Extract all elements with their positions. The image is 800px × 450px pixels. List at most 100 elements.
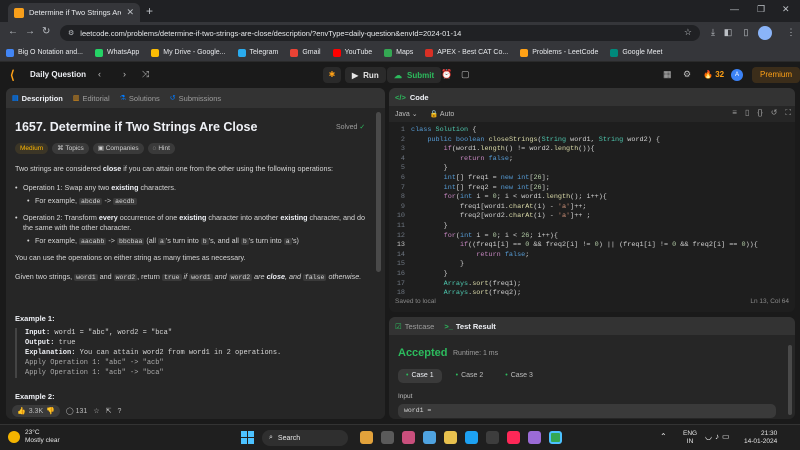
maximize-icon[interactable]: ❐ (757, 4, 765, 15)
close-tab-icon[interactable]: ✕ (126, 7, 134, 18)
clock[interactable]: 21:30 14-01-2024 (744, 430, 777, 446)
code-line[interactable]: 10 freq2[word2.charAt(i) - 'a']++ ; (389, 212, 795, 222)
minimize-icon[interactable]: — (730, 4, 739, 14)
url-bar[interactable]: ⚙ leetcode.com/problems/determine-if-two… (60, 25, 700, 41)
code-line[interactable]: 1 class Solution { (389, 126, 795, 136)
weather-widget[interactable]: 23°C Mostly clear (8, 429, 60, 445)
bookmark-item[interactable]: Maps (384, 48, 413, 57)
code-editor[interactable]: 1 class Solution {2 public boolean closeS… (389, 126, 795, 297)
bookmark-item[interactable]: WhatsApp (94, 48, 139, 57)
language-select[interactable]: Java ⌄ (395, 110, 418, 118)
description-scrollbar[interactable] (376, 112, 381, 272)
extensions-icon[interactable]: ◧ (722, 27, 734, 39)
bookmark-item[interactable]: Google Meet (610, 48, 662, 57)
code-line[interactable]: 3 if(word1.length() != word2.length()){ (389, 145, 795, 155)
system-tray-icons[interactable]: ◡♪▭ (705, 432, 733, 441)
windows-start-icon[interactable] (241, 431, 254, 444)
test-scrollbar[interactable] (788, 345, 792, 415)
share-icon[interactable]: ⇱ (106, 407, 112, 415)
premium-button[interactable]: Premium (752, 67, 800, 83)
bookmark-item[interactable]: My Drive - Google... (151, 48, 226, 57)
new-tab-icon[interactable]: + (146, 4, 153, 18)
prev-problem-icon[interactable]: ‹ (98, 69, 101, 79)
download-icon[interactable]: ⤓ (707, 27, 719, 39)
case-2-tab[interactable]: • Case 2 (448, 369, 492, 383)
file-explorer-icon[interactable] (444, 431, 457, 444)
format-icon[interactable]: ≡ (732, 108, 737, 118)
close-window-icon[interactable]: ✕ (782, 4, 790, 15)
jetbrains-icon[interactable] (507, 431, 520, 444)
help-icon[interactable]: ? (117, 408, 121, 415)
tab-test-result[interactable]: >_ Test Result (444, 322, 495, 331)
daily-question-label[interactable]: Daily Question (30, 70, 86, 79)
forward-icon[interactable]: → (25, 26, 35, 37)
code-line[interactable]: 7 int[] freq2 = new int[26]; (389, 184, 795, 194)
bookmark-item[interactable]: Gmail (290, 48, 321, 57)
tab-solutions[interactable]: ⚗ Solutions (120, 94, 160, 103)
bookmark-item[interactable]: YouTube (332, 48, 372, 57)
edge-icon[interactable] (465, 431, 478, 444)
alarm-icon[interactable]: ⏰ (441, 69, 452, 80)
case-3-tab[interactable]: • Case 3 (497, 369, 541, 383)
run-button[interactable]: ▶ Run (345, 67, 386, 83)
next-problem-icon[interactable]: › (123, 69, 126, 79)
fullscreen-icon[interactable]: ⛶ (785, 108, 791, 118)
tab-description[interactable]: ▤ Description (12, 94, 63, 103)
bookmark-item[interactable]: Telegram (237, 48, 278, 57)
browser-tab[interactable]: Determine if Two Strings Are Cl... ✕ (8, 3, 140, 22)
task-view-icon[interactable] (381, 431, 394, 444)
reload-icon[interactable]: ↻ (42, 26, 50, 37)
tray-chevron-icon[interactable]: ⌃ (660, 432, 667, 441)
notes-icon[interactable]: ▢ (461, 69, 470, 80)
user-avatar[interactable]: A (731, 69, 743, 81)
submit-button[interactable]: ☁ Submit (387, 67, 442, 83)
favorite-star-icon[interactable]: ☆ (93, 407, 99, 415)
taskbar-search[interactable]: ⌕ Search (262, 430, 348, 446)
code-line[interactable]: 12 for(int i = 0; i < 26; i++){ (389, 232, 795, 242)
shuffle-icon[interactable]: ⤨ (142, 69, 149, 80)
settings-gear-icon[interactable]: ⚙ (683, 69, 691, 80)
language-indicator[interactable]: ENG IN (683, 430, 697, 446)
autocomplete-toggle[interactable]: 🔒 Auto (430, 110, 455, 118)
code-line[interactable]: 2 public boolean closeStrings(String wor… (389, 136, 795, 146)
streak-counter[interactable]: 🔥 32 (703, 70, 724, 79)
debug-button[interactable]: ✱ (323, 67, 341, 83)
profile-avatar[interactable] (758, 26, 772, 40)
bookmark-item[interactable]: Problems - LeetCode (520, 48, 598, 57)
bookmark-item[interactable]: APEX - Best CAT Co... (425, 48, 508, 57)
app-icon-2[interactable] (423, 431, 436, 444)
bookmark-icon[interactable]: ▯ (745, 108, 749, 118)
comments-button[interactable]: ◯ 131 (66, 407, 87, 415)
code-line[interactable]: 11 } (389, 222, 795, 232)
topics-badge[interactable]: ⌘ Topics (52, 143, 89, 154)
code-line[interactable]: 9 freq1[word1.charAt(i) - 'a']++; (389, 203, 795, 213)
difficulty-badge[interactable]: Medium (15, 143, 49, 154)
app-icon-3[interactable] (528, 431, 541, 444)
code-line[interactable]: 4 return false; (389, 155, 795, 165)
code-line[interactable]: 16 } (389, 270, 795, 280)
menu-icon[interactable]: ⋮ (785, 27, 797, 39)
store-icon[interactable] (486, 431, 499, 444)
leetcode-logo-icon[interactable]: ⟨ (10, 68, 15, 82)
site-info-icon[interactable]: ⚙ (68, 29, 74, 37)
copilot-app-icon[interactable] (360, 431, 373, 444)
code-line[interactable]: 6 int[] freq1 = new int[26]; (389, 174, 795, 184)
code-line[interactable]: 15 } (389, 260, 795, 270)
reset-icon[interactable]: ↺ (771, 108, 778, 118)
back-icon[interactable]: ← (8, 26, 18, 37)
code-line[interactable]: 14 return false; (389, 251, 795, 261)
app-icon[interactable] (402, 431, 415, 444)
tab-submissions[interactable]: ↺ Submissions (170, 94, 221, 103)
sidepanel-icon[interactable]: ▯ (740, 27, 752, 39)
code-line[interactable]: 8 for(int i = 0; i < word1.length(); i++… (389, 193, 795, 203)
bookmark-star-icon[interactable]: ☆ (684, 27, 692, 38)
companies-badge[interactable]: ▣ Companies (92, 143, 144, 154)
chrome-icon[interactable] (549, 431, 562, 444)
like-button[interactable]: 👍 3.3K 👎 (12, 405, 60, 417)
bookmark-item[interactable]: Big O Notation and... (6, 48, 83, 57)
layout-icon[interactable]: ▦ (663, 69, 672, 80)
hint-badge[interactable]: ◌ Hint (147, 143, 175, 154)
thumbs-down-icon[interactable]: 👎 (46, 407, 55, 415)
curly-braces-icon[interactable]: {} (757, 108, 762, 118)
tab-testcase[interactable]: ☑ Testcase (395, 322, 434, 331)
